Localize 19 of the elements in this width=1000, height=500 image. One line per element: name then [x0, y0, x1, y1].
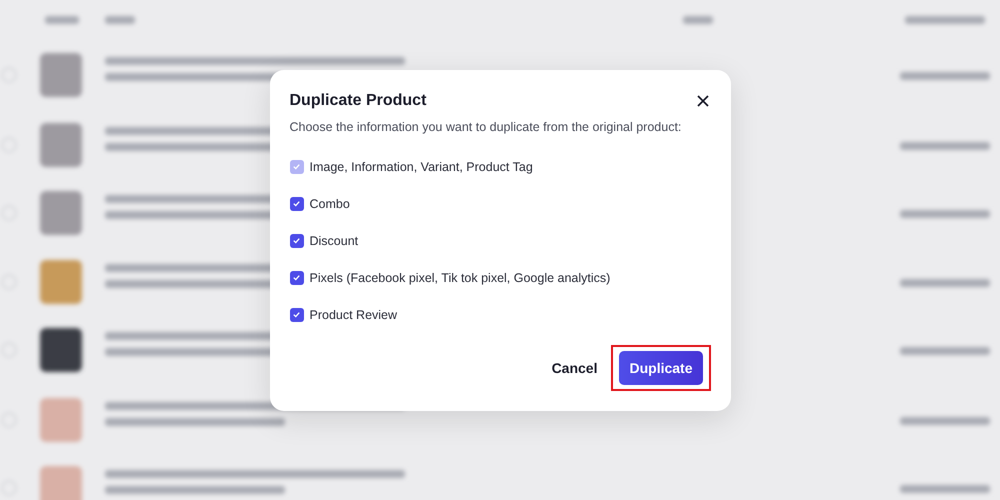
close-button[interactable] [694, 93, 710, 109]
dialog-description: Choose the information you want to duplicate from the original product: [290, 120, 682, 134]
option-label: Combo [310, 196, 350, 210]
option-label: Image, Information, Variant, Product Tag [310, 160, 533, 174]
option-label: Product Review [310, 308, 398, 322]
check-icon [292, 273, 301, 282]
option-label: Pixels (Facebook pixel, Tik tok pixel, Google analytics) [310, 270, 610, 284]
dialog-title: Duplicate Product [290, 92, 426, 110]
check-icon [292, 236, 301, 245]
checkbox[interactable] [290, 196, 304, 210]
checkbox[interactable] [290, 234, 304, 248]
check-icon [292, 310, 301, 319]
text-button[interactable]: Cancel [552, 360, 598, 376]
checkbox[interactable] [290, 308, 304, 322]
primary-button[interactable]: Duplicate [619, 351, 702, 385]
check-icon [292, 162, 301, 171]
check-icon [292, 199, 301, 208]
checkbox[interactable] [290, 270, 304, 284]
option-label: Discount [310, 234, 358, 248]
